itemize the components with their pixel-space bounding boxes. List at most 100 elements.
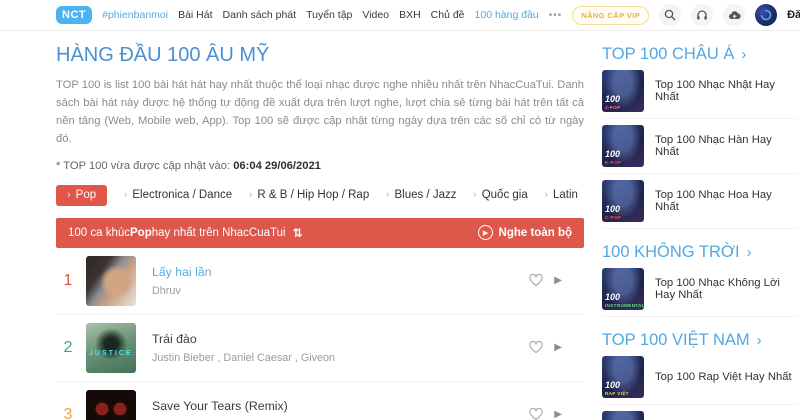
sidebar-header-chau-a[interactable]: TOP 100 CHÂU Á <box>602 45 798 64</box>
thumb-badge: J-POP <box>605 105 621 110</box>
song-actions <box>529 341 584 354</box>
genre-label: Pop <box>75 188 97 201</box>
sidebar-item-rap-viet[interactable]: 100 RAP VIỆT Top 100 Rap Việt Hay Nhất <box>602 350 798 405</box>
chevron-right-icon <box>473 189 477 201</box>
updated-time: 06:04 29/06/2021 <box>233 159 321 172</box>
banner-text-post: hay nhất trên NhacCuaTui <box>151 226 286 239</box>
song-row[interactable]: 3 SAVE YOUR TEARS REMIX Save Your Tears … <box>56 382 584 420</box>
sidebar-item-label: Top 100 Rap Việt Hay Nhất <box>655 371 792 383</box>
main-column: HÀNG ĐẦU 100 ÂU MỸ TOP 100 is list 100 b… <box>56 31 584 420</box>
genre-tab-quoc-gia[interactable]: Quốc gia <box>473 189 528 201</box>
nav-video[interactable]: Video <box>362 9 389 21</box>
thumb-number: 100 <box>605 149 621 159</box>
playlist-thumbnail: 100 <box>602 411 644 420</box>
favorite-button[interactable] <box>529 341 543 354</box>
banner-genre: Pop <box>130 226 152 239</box>
nav-chu-de[interactable]: Chủ đề <box>431 9 465 21</box>
sidebar-header-khong-loi[interactable]: 100 KHÔNG TRỜI <box>602 243 798 262</box>
row-play-icon[interactable] <box>554 342 562 353</box>
nav-bai-hat[interactable]: Bài Hát <box>178 9 212 21</box>
sidebar-header-viet-nam[interactable]: TOP 100 VIỆT NAM <box>602 331 798 350</box>
thumb-badge: K-POP <box>605 160 622 165</box>
nav-phienbanmoi[interactable]: #phienbanmoi <box>102 9 168 21</box>
chevron-right-icon <box>741 46 746 63</box>
song-title[interactable]: Trái đào <box>152 332 335 346</box>
genre-tab-latin[interactable]: Latin <box>544 189 578 201</box>
song-artists[interactable]: Justin Bieber , Daniel Caesar , Giveon <box>152 352 335 364</box>
cloud-upload-icon <box>728 10 741 19</box>
heart-icon <box>529 408 543 420</box>
thumb-number: 100 <box>605 380 621 390</box>
thumb-badge: C-POP <box>605 215 622 220</box>
song-info: Trái đào Justin Bieber , Daniel Caesar ,… <box>152 332 335 364</box>
sort-arrows-icon[interactable] <box>293 226 303 240</box>
sidebar-header-label: 100 KHÔNG TRỜI <box>602 243 740 261</box>
favorite-button[interactable] <box>529 408 543 420</box>
sidebar-item-label: Top 100 Nhạc Không Lời Hay Nhất <box>655 277 780 301</box>
headphones-icon <box>697 10 707 20</box>
song-thumbnail[interactable] <box>86 255 136 306</box>
genre-tab-pop[interactable]: Pop <box>56 184 108 206</box>
song-thumbnail[interactable]: SAVE YOUR TEARS REMIX <box>86 389 136 420</box>
nct-logo[interactable]: NCT <box>56 6 93 24</box>
song-thumbnail[interactable]: JUSTICE <box>86 322 136 373</box>
song-rank: 1 <box>63 271 73 289</box>
playlist-thumbnail: 100 C-POP <box>602 180 644 222</box>
sidebar-item-nhac-nhat[interactable]: 100 J-POP Top 100 Nhạc Nhật Hay Nhất <box>602 64 798 119</box>
play-all-label: Nghe toàn bộ <box>498 226 572 239</box>
avatar[interactable] <box>755 4 778 26</box>
search-button[interactable] <box>659 4 682 26</box>
row-play-icon[interactable] <box>554 409 562 420</box>
thumb-number: 100 <box>605 204 621 214</box>
chevron-right-icon <box>124 189 128 201</box>
song-title[interactable]: Lấy hai lần <box>152 265 211 279</box>
playlist-thumbnail: 100 INSTRUMENTAL <box>602 268 645 310</box>
chevron-right-icon <box>386 189 390 201</box>
row-play-icon[interactable] <box>554 275 562 286</box>
sidebar-item-khong-loi[interactable]: 100 INSTRUMENTAL Top 100 Nhạc Không Lời … <box>602 262 798 317</box>
upgrade-vip-button[interactable]: NÂNG CẤP VIP <box>572 5 650 25</box>
sidebar-item-nhac-han[interactable]: 100 K-POP Top 100 Nhạc Hàn Hay Nhất <box>602 119 798 174</box>
sidebar-item-label: Top 100 Nhạc Hàn Hay Nhất <box>655 134 772 158</box>
sidebar-item-label: Top 100 Nhạc Nhật Hay Nhất <box>655 79 775 103</box>
play-all-button[interactable]: Nghe toàn bộ <box>477 225 572 241</box>
song-rank: 2 <box>63 338 73 356</box>
sidebar-item-nhac-hoa[interactable]: 100 C-POP Top 100 Nhạc Hoa Hay Nhất <box>602 174 798 229</box>
chevron-right-icon <box>544 189 548 201</box>
genre-label: Quốc gia <box>481 189 528 202</box>
heart-icon <box>529 274 543 287</box>
song-row[interactable]: 1 Lấy hai lần Dhruv <box>56 248 584 315</box>
genre-tab-blues-jazz[interactable]: Blues / Jazz <box>386 189 456 201</box>
playlist-thumbnail: 100 J-POP <box>602 70 644 112</box>
chart-description: TOP 100 is list 100 bài hát hát hay nhất… <box>56 79 584 146</box>
login-button[interactable]: Đăng nhập <box>787 9 800 21</box>
song-actions <box>529 274 584 287</box>
song-row[interactable]: 2 JUSTICE Trái đào Justin Bieber , Danie… <box>56 315 584 382</box>
listen-button[interactable] <box>691 4 714 26</box>
chevron-right-icon <box>249 189 253 201</box>
genre-label: Latin <box>553 189 578 202</box>
favorite-button[interactable] <box>529 274 543 287</box>
more-menu-icon[interactable] <box>549 10 563 21</box>
sidebar-item-tien-chien[interactable]: 100 Top 100 Nhạc Tiền Chiến Hay Nhất <box>602 405 798 420</box>
genre-tab-electronica-dance[interactable]: Electronica / Dance <box>124 189 232 201</box>
avatar-swirl-icon <box>760 9 772 21</box>
genre-tab-rnb-hiphop-rap[interactable]: R & B / Hip Hop / Rap <box>249 189 369 201</box>
sidebar-header-label: TOP 100 VIỆT NAM <box>602 331 750 349</box>
song-title[interactable]: Save Your Tears (Remix) <box>152 399 292 413</box>
upload-button[interactable] <box>723 4 746 26</box>
top-navbar: NCT #phienbanmoi Bài Hát Danh sách phát … <box>0 0 800 31</box>
song-list: 1 Lấy hai lần Dhruv 2 <box>56 248 584 420</box>
chevron-right-icon <box>757 332 762 349</box>
song-actions <box>529 408 584 420</box>
sidebar: TOP 100 CHÂU Á 100 J-POP Top 100 Nhạc Nh… <box>602 31 798 420</box>
nav-danh-sach-phat[interactable]: Danh sách phát <box>223 9 297 21</box>
nav-tuyen-tap[interactable]: Tuyển tập <box>306 9 352 21</box>
song-artists[interactable]: Dhruv <box>152 285 211 297</box>
song-rank: 3 <box>63 405 73 420</box>
nav-bxh[interactable]: BXH <box>399 9 421 21</box>
search-icon <box>664 9 676 21</box>
genre-tabs: Pop Electronica / Dance R & B / Hip Hop … <box>56 184 584 206</box>
nav-100-hang-dau[interactable]: 100 hàng đầu <box>475 9 539 21</box>
thumb-badge: RAP VIỆT <box>605 391 629 396</box>
